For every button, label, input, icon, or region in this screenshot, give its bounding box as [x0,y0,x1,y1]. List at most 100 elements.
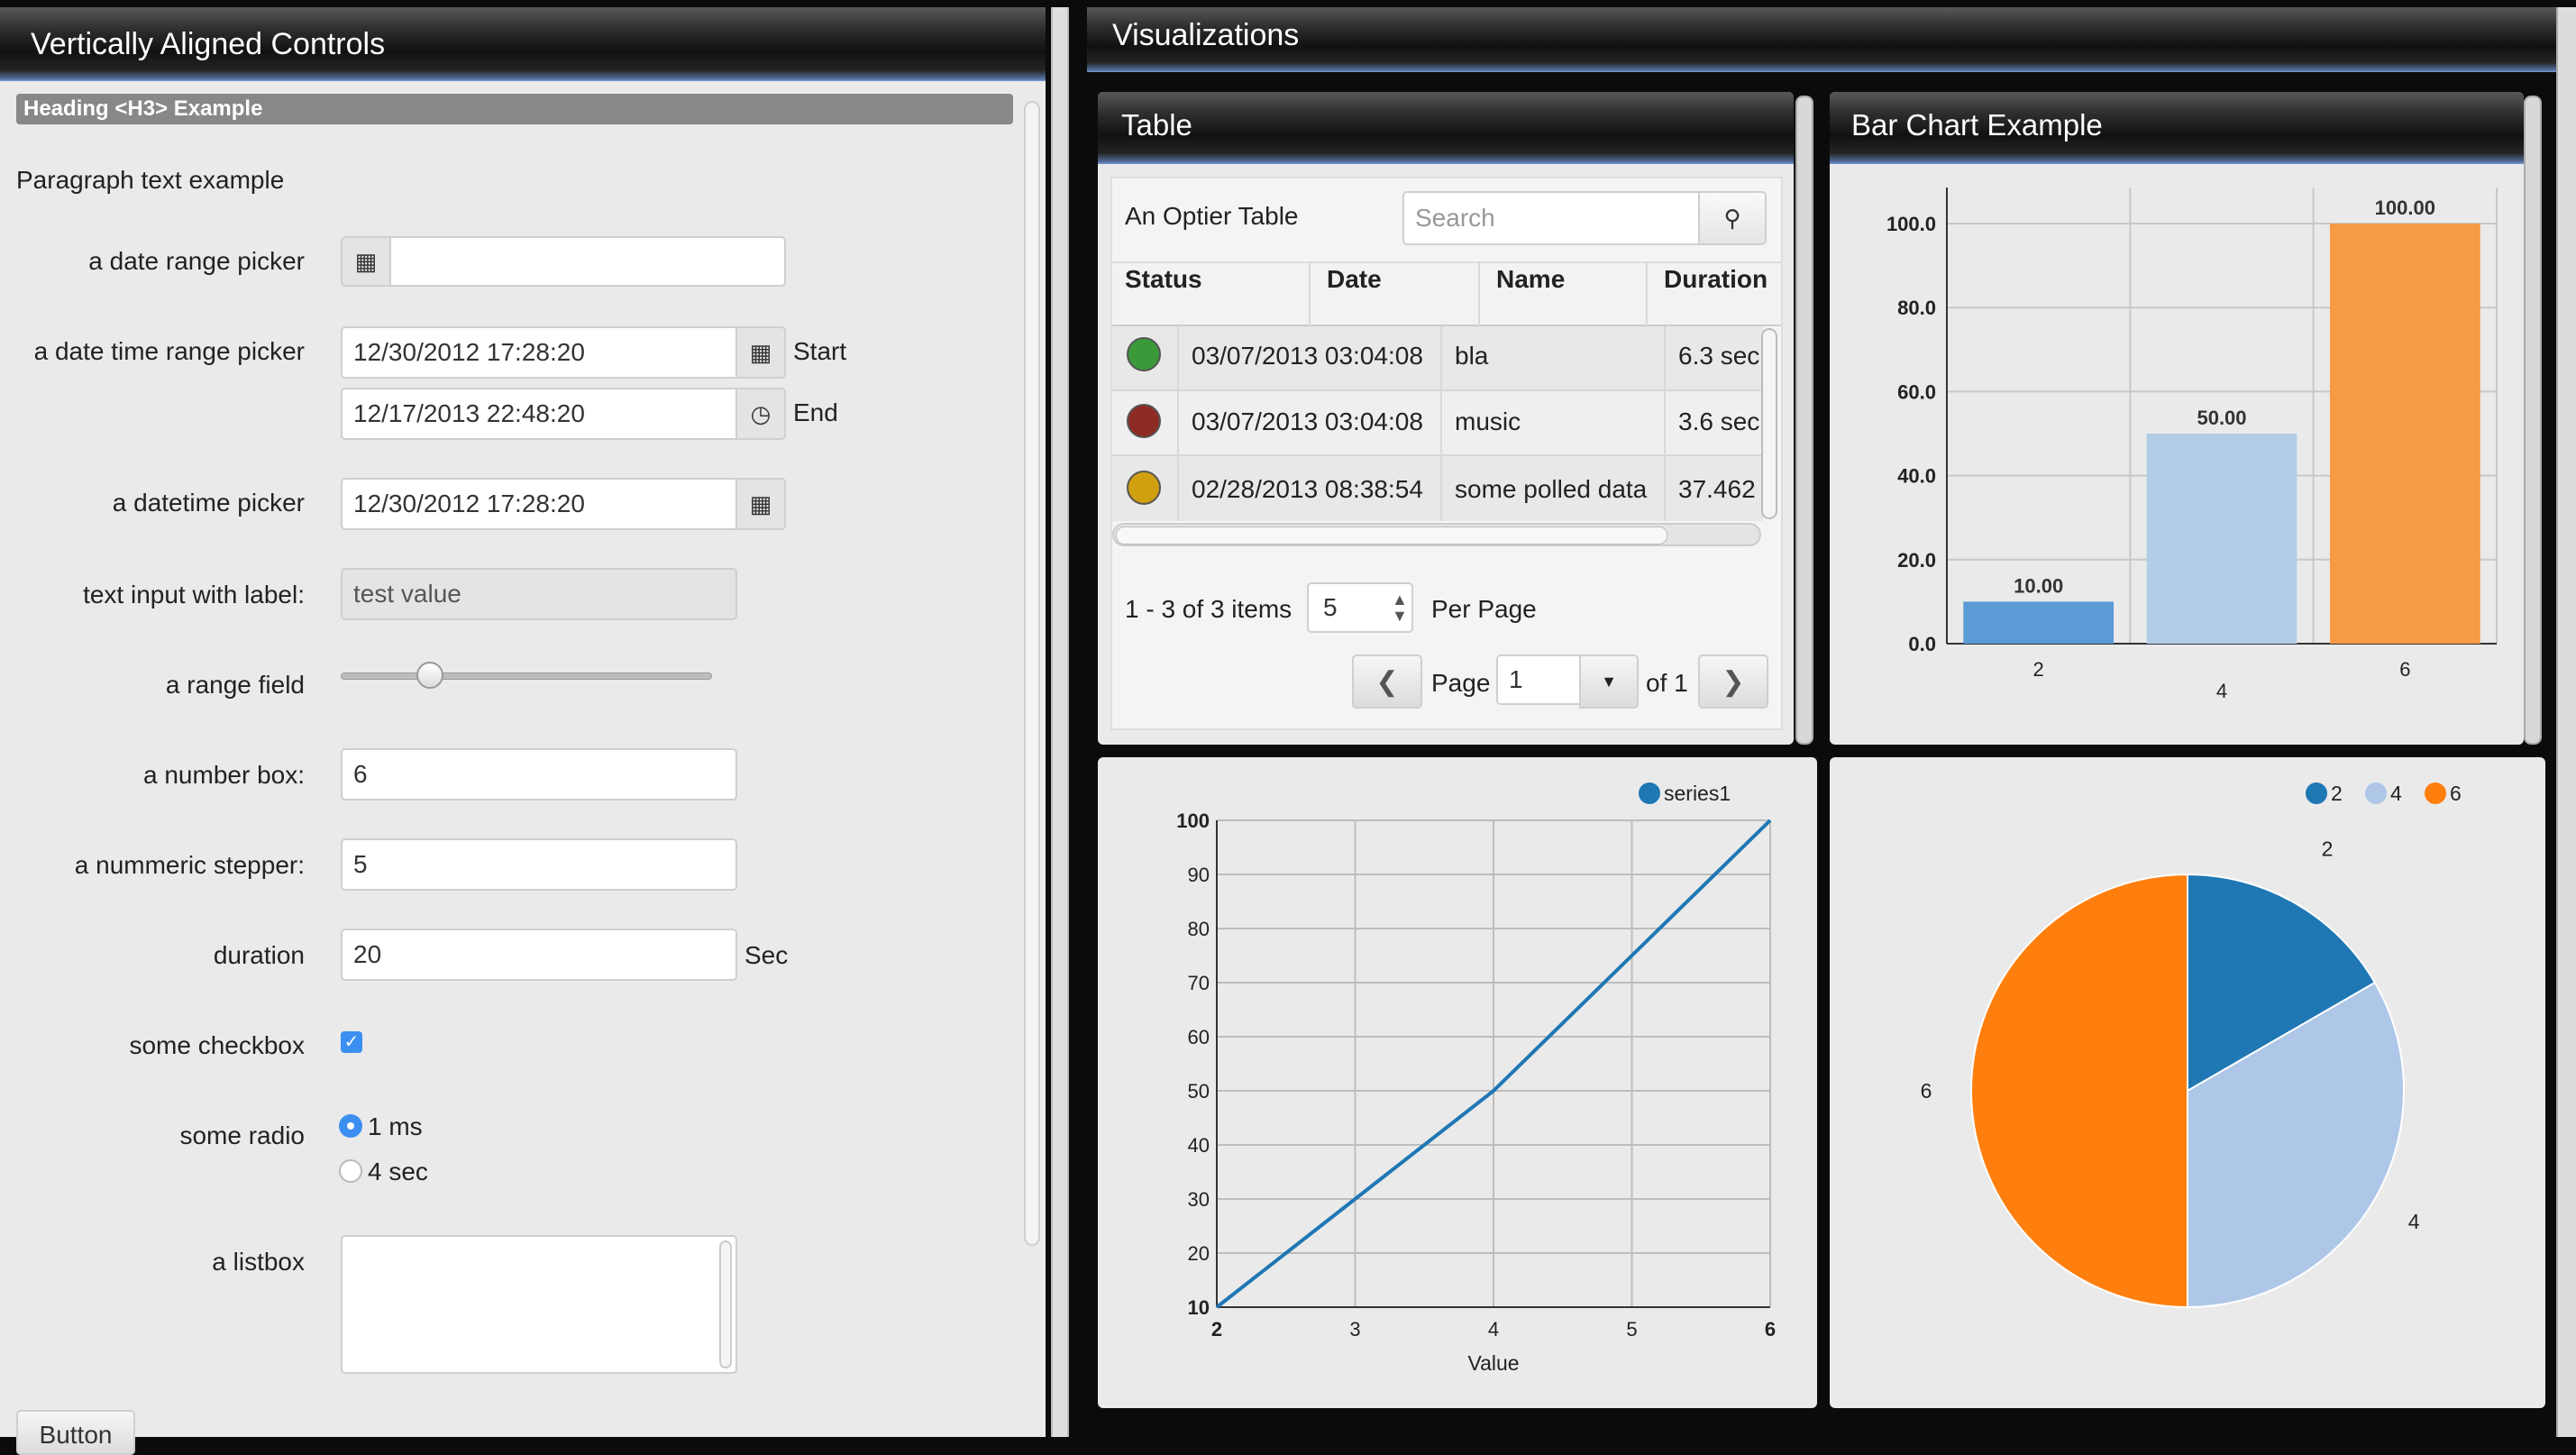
y-tick-label: 60.0 [1897,380,1936,403]
column-name[interactable]: Name [1496,265,1565,294]
y-tick-label: 60 [1188,1026,1210,1048]
bar [2146,434,2297,644]
number-box-label: a number box: [143,761,305,789]
heading-h3: Heading <H3> Example [23,96,263,121]
x-tick-label: 5 [1626,1318,1637,1341]
row-date: 03/07/2013 03:04:08 [1192,407,1423,435]
status-indicator [1127,471,1161,505]
pie-label: 6 [1921,1079,1932,1103]
y-tick-label: 30 [1188,1188,1210,1211]
y-tick-label: 80 [1188,918,1210,940]
y-tick-label: 80.0 [1897,297,1936,319]
listbox[interactable] [341,1235,737,1374]
cell-divider [1177,326,1179,521]
bar-chart-panel-header: Bar Chart Example [1830,92,2524,164]
status-indicator [1127,404,1161,438]
x-tick-label: 4 [2216,680,2227,702]
bar-chart: 0.0 20.0 40.0 60.0 80.0 100.0 10.00 2 50.00 4 100.… [1886,188,2498,702]
duration-input[interactable]: 20 [341,929,737,981]
column-status[interactable]: Status [1125,265,1202,294]
left-panel [0,7,1046,1437]
text-input[interactable]: test value [341,568,737,620]
range-track[interactable] [341,673,712,680]
legend-marker [2306,782,2327,804]
column-duration[interactable]: Duration [1664,265,1768,294]
x-tick-label: 2 [2033,658,2044,681]
cell-divider [1664,326,1666,521]
row-name: some polled data [1455,475,1648,503]
row-duration: 3.6 sec [1678,407,1760,435]
bar [2329,224,2480,644]
page-input[interactable]: 1 [1496,654,1581,705]
bar-value-label: 50.00 [2197,407,2246,429]
heading-bar: Heading <H3> Example [16,94,1013,124]
datetime-picker-label: a datetime picker [112,489,305,517]
pie-label: 4 [2408,1210,2420,1233]
line-chart: 10 20 30 40 50 60 70 80 90 100 2 3 4 5 6 Value series1 [1176,782,1776,1375]
calendar-icon[interactable]: ▦ [735,326,786,379]
y-tick-label: 20 [1188,1242,1210,1265]
end-datetime-input[interactable]: 12/17/2013 22:48:20 [341,388,737,440]
some-checkbox[interactable]: ✓ [341,1031,362,1053]
bar-value-label: 100.00 [2375,197,2435,219]
radio-1ms[interactable] [339,1114,362,1138]
left-panel-scrollbar[interactable] [1024,101,1040,1246]
numeric-stepper-input[interactable]: 5 [341,838,737,891]
range-thumb[interactable] [416,662,443,689]
search-input[interactable]: Search [1402,191,1700,245]
panel-divider[interactable] [1051,7,1069,1437]
date-time-range-label: a date time range picker [33,337,305,365]
column-divider [1309,261,1311,326]
bar-panel-scroll-handle[interactable] [2524,96,2542,745]
range-field-label: a range field [165,671,305,699]
x-tick-label: 2 [1211,1318,1222,1341]
next-page-button[interactable]: ❯ [1698,654,1768,709]
start-label: Start [793,337,847,365]
start-datetime-input[interactable]: 12/30/2012 17:28:20 [341,326,737,379]
bar-chart-title: Bar Chart Example [1851,108,2103,142]
table-caption: An Optier Table [1125,202,1299,230]
column-date[interactable]: Date [1327,265,1382,294]
table-scroll-handle[interactable] [1795,96,1813,745]
page-label: Page [1431,669,1491,697]
per-page-label: Per Page [1431,595,1537,623]
column-divider [1478,261,1480,326]
row-name: bla [1455,342,1489,370]
items-count: 1 - 3 of 3 items [1125,595,1293,623]
horizontal-scroll-thumb[interactable] [1116,526,1667,544]
table-vertical-scrollbar[interactable] [1761,328,1777,519]
listbox-label: a listbox [212,1248,305,1276]
x-axis-label: Value [1467,1351,1519,1375]
radio-4sec[interactable] [339,1159,362,1183]
number-box-input[interactable]: 6 [341,748,737,801]
listbox-scrollbar[interactable] [719,1240,732,1368]
row-date: 03/07/2013 03:04:08 [1192,342,1423,370]
datetime-input[interactable]: 12/30/2012 17:28:20 [341,478,737,530]
table-horizontal-scrollbar[interactable] [1112,523,1761,546]
x-tick-label: 3 [1349,1318,1360,1341]
chevron-right-icon: ❯ [1722,666,1745,697]
row-duration: 6.3 sec [1678,342,1760,370]
y-tick-label: 0.0 [1908,633,1936,655]
text-input-label: text input with label: [83,581,305,609]
duration-unit: Sec [744,941,789,969]
button[interactable]: Button [16,1410,135,1455]
right-edge-scrollbar[interactable] [2556,7,2576,1437]
y-tick-label: 70 [1188,972,1210,994]
visualizations-title: Visualizations [1112,18,1300,52]
legend-marker [2425,782,2446,804]
y-tick-label: 100 [1176,810,1210,832]
x-tick-label: 6 [1765,1318,1776,1341]
calendar-icon[interactable]: ▦ [735,478,786,530]
per-page-spinner-icon[interactable]: ▲ ▼ [1392,591,1408,624]
y-tick-label: 90 [1188,864,1210,886]
bar [1963,601,2115,644]
pie-chart: 2 4 6 2 4 6 [1921,782,2462,1309]
search-icon[interactable]: ⚲ [1698,191,1767,245]
y-tick-label: 40 [1188,1134,1210,1157]
page-dropdown-button[interactable]: ▼ [1579,654,1639,709]
prev-page-button[interactable]: ❮ [1352,654,1422,709]
calendar-icon[interactable]: ▦ [341,236,391,287]
date-range-input[interactable] [389,236,786,287]
clock-icon[interactable]: ◷ [735,388,786,440]
